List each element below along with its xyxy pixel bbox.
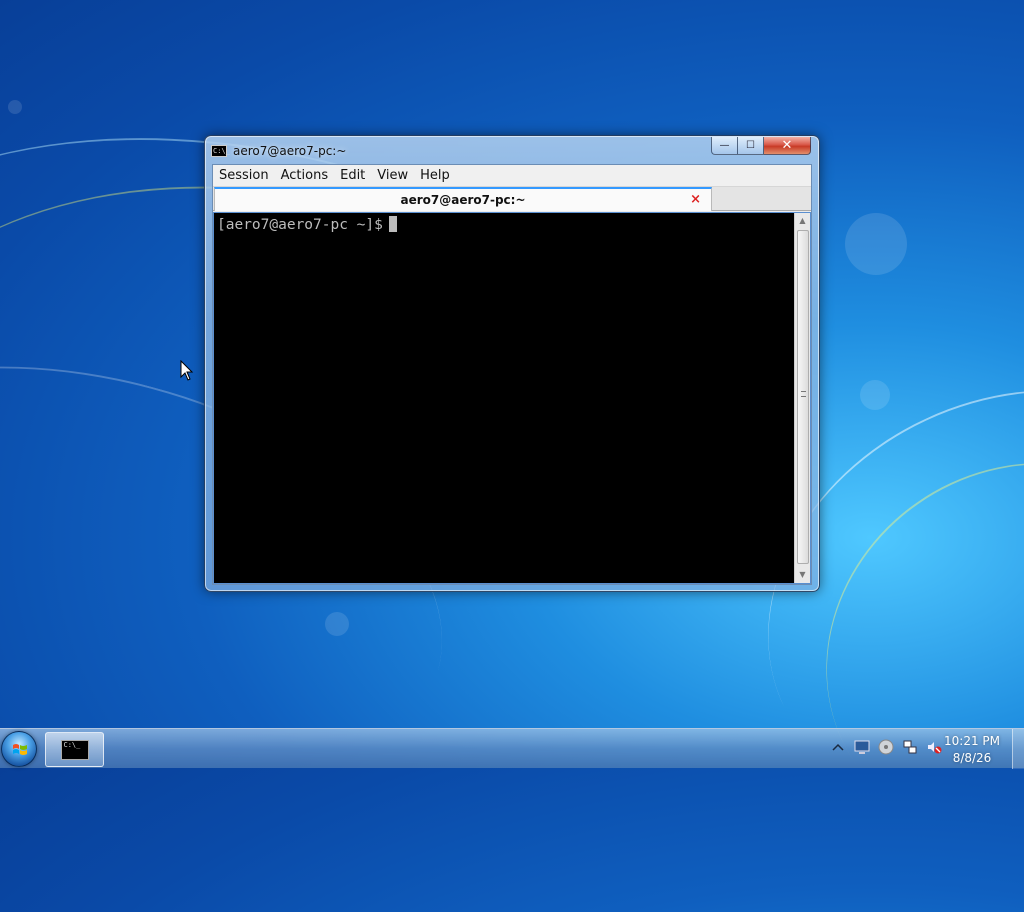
terminal-line: [aero7@aero7-pc ~]$ xyxy=(217,216,397,233)
disc-icon[interactable] xyxy=(878,739,894,755)
terminal-icon: C:\_ xyxy=(60,739,89,760)
minimize-button[interactable]: — xyxy=(711,137,738,155)
terminal-window[interactable]: C:\_ aero7@aero7-pc:~ — ☐ ✕ Session Acti… xyxy=(204,135,820,592)
tab-bar: aero7@aero7-pc:~ × xyxy=(213,187,811,211)
terminal-output[interactable]: [aero7@aero7-pc ~]$ ▲ ▼ xyxy=(213,212,811,584)
clock-time: 10:21 PM xyxy=(944,734,1000,748)
volume-muted-icon[interactable] xyxy=(926,739,942,755)
menubar: Session Actions Edit View Help xyxy=(213,165,811,187)
terminal-prompt: [aero7@aero7-pc ~]$ xyxy=(217,217,383,233)
menu-session[interactable]: Session xyxy=(213,168,275,183)
window-client-area: Session Actions Edit View Help aero7@aer… xyxy=(212,164,812,585)
taskbar-terminal-button[interactable]: C:\_ xyxy=(45,732,104,767)
scroll-grip-icon xyxy=(801,391,806,397)
menu-edit[interactable]: Edit xyxy=(334,168,371,183)
wallpaper-bubble xyxy=(325,612,349,636)
terminal-app-icon[interactable]: C:\_ xyxy=(211,145,230,157)
tab-terminal[interactable]: aero7@aero7-pc:~ × xyxy=(214,187,712,211)
wallpaper-bubble xyxy=(8,100,22,114)
text-cursor xyxy=(388,216,397,232)
chevron-up-icon[interactable] xyxy=(830,739,846,755)
scroll-down-arrow-icon[interactable]: ▼ xyxy=(795,567,810,583)
menu-view[interactable]: View xyxy=(371,168,414,183)
menu-help[interactable]: Help xyxy=(414,168,456,183)
tab-label: aero7@aero7-pc:~ xyxy=(400,193,526,207)
window-titlebar[interactable]: C:\_ aero7@aero7-pc:~ — ☐ ✕ xyxy=(211,137,813,162)
caption-buttons: — ☐ ✕ xyxy=(711,137,811,155)
tab-close-icon[interactable]: × xyxy=(690,192,701,207)
mouse-pointer-icon xyxy=(180,360,194,381)
start-button[interactable] xyxy=(1,731,37,767)
network-icon[interactable] xyxy=(902,739,918,755)
taskbar: C:\_ 10:21 PM 8/8/26 xyxy=(0,728,1024,769)
vertical-scrollbar[interactable]: ▲ ▼ xyxy=(794,213,810,583)
system-tray xyxy=(830,739,942,755)
windows-flag-icon xyxy=(13,744,27,755)
menu-actions[interactable]: Actions xyxy=(275,168,335,183)
maximize-button[interactable]: ☐ xyxy=(738,137,764,155)
wallpaper-bubble xyxy=(845,213,907,275)
wallpaper-bubble xyxy=(860,380,890,410)
window-title: aero7@aero7-pc:~ xyxy=(233,144,347,158)
scroll-thumb[interactable] xyxy=(797,230,809,564)
taskbar-clock[interactable]: 10:21 PM 8/8/26 xyxy=(944,733,1000,767)
monitor-icon[interactable] xyxy=(854,739,870,755)
close-button[interactable]: ✕ xyxy=(764,137,811,155)
show-desktop-button[interactable] xyxy=(1012,729,1024,769)
scroll-up-arrow-icon[interactable]: ▲ xyxy=(795,213,810,229)
clock-date: 8/8/26 xyxy=(952,751,992,765)
